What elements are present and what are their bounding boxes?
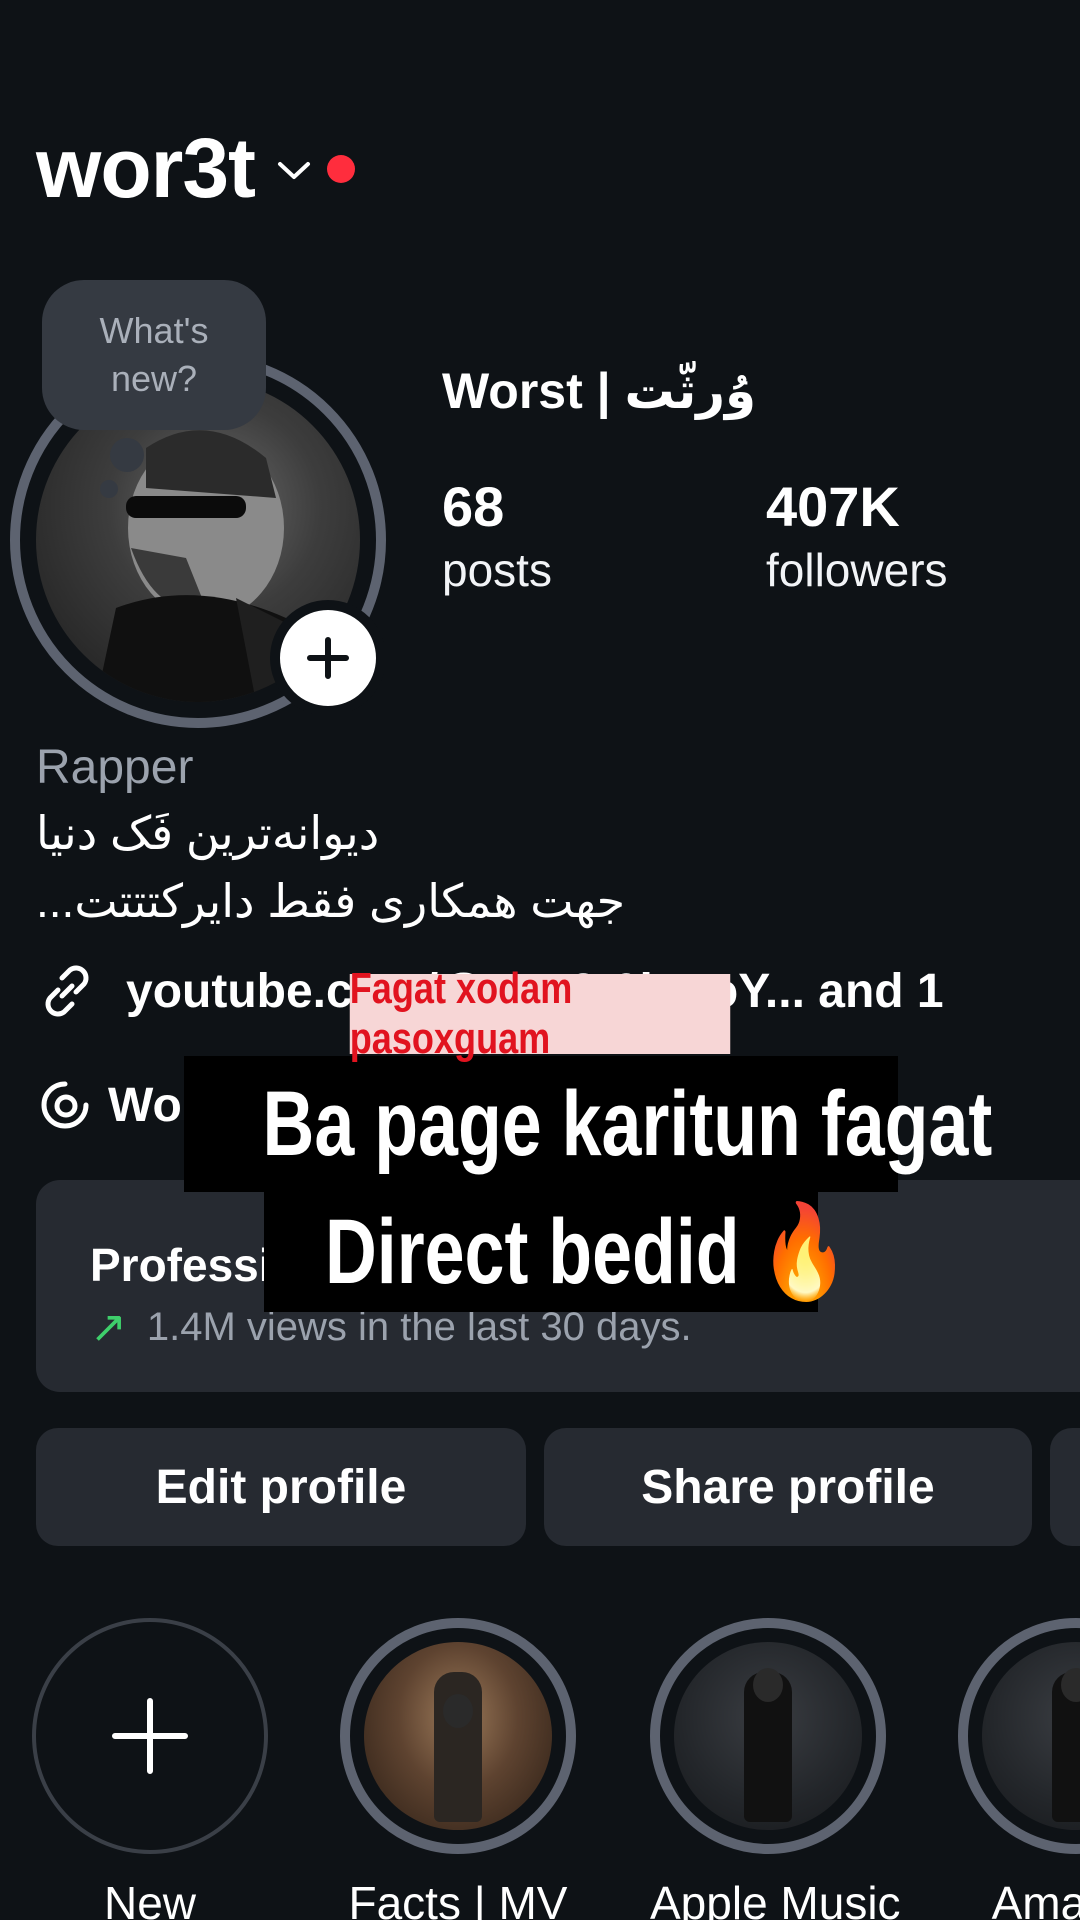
add-story-button[interactable]: [270, 600, 386, 716]
profile-page: wor3t What's new? Worst | وُرثّت 68 post…: [0, 0, 1080, 1920]
bio-line-2: ...جهت همکاری فقط دایرکتتتت: [36, 875, 626, 927]
fire-icon: 🔥: [759, 1201, 849, 1303]
highlight-amazon[interactable]: Amazon: [958, 1618, 1080, 1920]
note-bubble[interactable]: What's new?: [42, 280, 266, 430]
discover-people-button[interactable]: [1050, 1428, 1080, 1546]
followers-label: followers: [766, 544, 948, 596]
highlight-ring: [32, 1618, 268, 1854]
highlight-ring: [340, 1618, 576, 1854]
caption-line-1: Ba page karitun fagat: [262, 1073, 993, 1175]
share-profile-button[interactable]: Share profile: [544, 1428, 1032, 1546]
caption-red: Fagat xodam pasoxguam: [349, 964, 731, 1063]
plus-icon: [307, 637, 349, 679]
edit-profile-button[interactable]: Edit profile: [36, 1428, 526, 1546]
highlight-new[interactable]: New: [32, 1618, 268, 1920]
category-label: Rapper: [36, 741, 194, 794]
caption-line-2-text: Direct bedid: [324, 1201, 740, 1303]
highlight-apple-music[interactable]: Apple Music: [650, 1618, 901, 1920]
followers-stat[interactable]: 407K followers: [766, 476, 948, 602]
posts-label: posts: [442, 544, 552, 596]
posts-stat[interactable]: 68 posts: [442, 476, 552, 602]
highlight-ring: [958, 1618, 1080, 1854]
note-bubble-tail: [110, 438, 144, 472]
highlight-label: New: [103, 1877, 197, 1920]
account-switcher[interactable]: wor3t: [36, 120, 356, 217]
link-icon: [45, 965, 89, 1017]
plus-icon: [112, 1698, 188, 1774]
highlight-ring: [650, 1618, 886, 1854]
chevron-down-icon[interactable]: [277, 160, 311, 187]
username: wor3t: [36, 121, 256, 215]
note-line-2: new?: [110, 358, 198, 399]
highlight-cover: [364, 1642, 552, 1830]
note-line-1: What's: [99, 310, 209, 351]
display-name: Worst | وُرثّت: [442, 363, 757, 419]
notification-dot: [327, 154, 356, 183]
highlight-cover: [982, 1642, 1080, 1830]
trend-up-icon: ↗: [90, 1303, 127, 1352]
caption-line-2: Direct bedid 🔥: [324, 1198, 849, 1306]
highlight-label: Facts | MV: [348, 1877, 568, 1920]
note-bubble-tail-small: [100, 480, 118, 498]
person-head: [443, 1694, 473, 1728]
highlight-label: Apple Music: [650, 1877, 901, 1920]
threads-icon: [41, 1081, 89, 1129]
person-head: [753, 1668, 783, 1702]
highlight-cover: [674, 1642, 862, 1830]
posts-count: 68: [442, 475, 505, 538]
highlight-label: Amazon: [991, 1877, 1080, 1920]
followers-count: 407K: [766, 475, 900, 538]
bio-line-1: دیوانه‌ترین فَک دنیا: [36, 807, 380, 859]
highlight-facts-mv[interactable]: Facts | MV: [340, 1618, 576, 1920]
